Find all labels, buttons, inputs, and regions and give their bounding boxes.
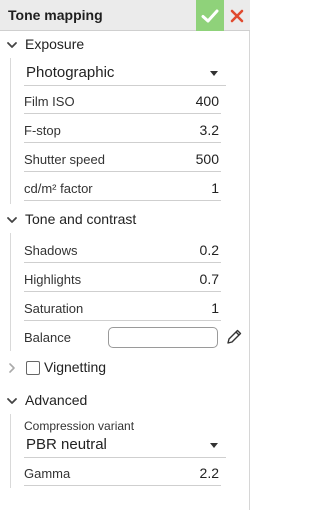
section-tone-contrast[interactable]: Tone and contrast <box>0 209 250 231</box>
section-advanced-label: Advanced <box>25 392 88 408</box>
balance-label: Balance <box>24 330 71 345</box>
close-button[interactable] <box>224 0 250 31</box>
saturation-input[interactable]: 1 <box>139 300 219 316</box>
film-iso-label: Film ISO <box>24 94 75 109</box>
pencil-icon[interactable] <box>225 328 243 346</box>
shutter-speed-input[interactable]: 500 <box>139 151 219 167</box>
dropdown-arrow-icon <box>210 443 218 448</box>
saturation-label: Saturation <box>24 301 84 316</box>
shadows-field[interactable]: Shadows 0.2 <box>24 239 221 263</box>
panel-header: Tone mapping <box>0 0 250 31</box>
film-iso-input[interactable]: 400 <box>139 93 219 109</box>
highlights-input[interactable]: 0.7 <box>139 271 219 287</box>
cdm2-factor-label: cd/m² factor <box>24 181 93 196</box>
section-exposure[interactable]: Exposure <box>0 34 250 56</box>
section-guide-line <box>10 414 11 488</box>
shutter-speed-field[interactable]: Shutter speed 500 <box>24 148 221 172</box>
exposure-mode-value: Photographic <box>26 64 115 81</box>
cdm2-factor-input[interactable]: 1 <box>139 180 219 196</box>
balance-color-swatch[interactable] <box>108 327 218 348</box>
chevron-down-icon <box>7 398 17 404</box>
section-guide-line <box>10 58 11 204</box>
accept-button[interactable] <box>196 0 224 31</box>
section-exposure-label: Exposure <box>25 36 85 52</box>
shadows-label: Shadows <box>24 243 78 258</box>
shadows-input[interactable]: 0.2 <box>139 242 219 258</box>
f-stop-label: F-stop <box>24 123 61 138</box>
chevron-right-icon <box>9 363 15 373</box>
chevron-down-icon <box>7 42 17 48</box>
check-icon <box>201 9 219 22</box>
compression-variant-label: Compression variant <box>24 419 135 433</box>
film-iso-field[interactable]: Film ISO 400 <box>24 90 221 114</box>
compression-variant-value: PBR neutral <box>26 436 107 453</box>
panel-title: Tone mapping <box>8 7 103 23</box>
section-tone-contrast-label: Tone and contrast <box>25 211 137 227</box>
tone-mapping-panel: Tone mapping Exposure Photographic Film … <box>0 0 250 510</box>
shutter-speed-label: Shutter speed <box>24 152 105 167</box>
compression-variant-select[interactable]: PBR neutral <box>24 432 226 458</box>
highlights-label: Highlights <box>24 272 82 287</box>
highlights-field[interactable]: Highlights 0.7 <box>24 268 221 292</box>
gamma-input[interactable]: 2.2 <box>139 465 219 481</box>
section-guide-line <box>10 233 11 351</box>
f-stop-field[interactable]: F-stop 3.2 <box>24 119 221 143</box>
gamma-label: Gamma <box>24 466 71 481</box>
cdm2-factor-field[interactable]: cd/m² factor 1 <box>24 177 221 201</box>
f-stop-input[interactable]: 3.2 <box>139 122 219 138</box>
chevron-down-icon <box>7 217 17 223</box>
exposure-mode-select[interactable]: Photographic <box>24 60 226 86</box>
vignetting-checkbox[interactable] <box>26 361 40 375</box>
dropdown-arrow-icon <box>210 71 218 76</box>
close-icon <box>230 9 244 22</box>
section-advanced[interactable]: Advanced <box>0 390 250 412</box>
gamma-field[interactable]: Gamma 2.2 <box>24 462 221 486</box>
section-vignetting-label: Vignetting <box>44 359 107 375</box>
saturation-field[interactable]: Saturation 1 <box>24 297 221 321</box>
